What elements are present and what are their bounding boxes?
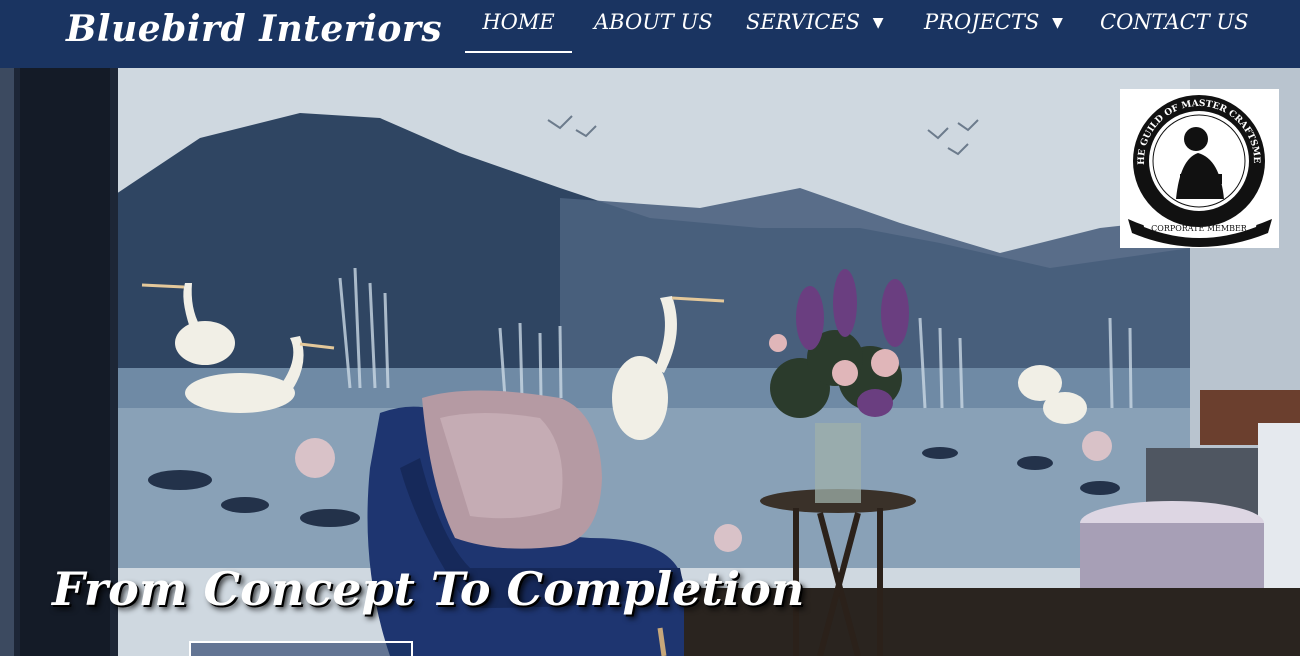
nav-item-about-us-label: ABOUT US xyxy=(594,10,713,34)
site-logo-text[interactable]: Bluebird Interiors xyxy=(66,8,442,50)
nav-item-projects-label: PROJECTS xyxy=(924,10,1040,34)
caret-down-icon: ▼ xyxy=(1052,15,1063,31)
top-navigation-bar: Bluebird Interiors HOME ABOUT US SERVICE… xyxy=(0,0,1300,68)
caret-down-icon: ▼ xyxy=(872,15,884,31)
nav-item-about-us[interactable]: ABOUT US xyxy=(594,10,713,54)
badge-ribbon-text: CORPORATE MEMBER xyxy=(1151,224,1248,233)
nav-item-services[interactable]: SERVICES ▼ xyxy=(746,10,884,54)
nav-item-home-label: HOME xyxy=(482,10,555,34)
nav-item-contact-us[interactable]: CONTACT US xyxy=(1100,10,1249,54)
hero-cta-button[interactable] xyxy=(189,641,413,656)
nav-item-services-label: SERVICES xyxy=(746,10,861,34)
guild-of-master-craftsmen-badge[interactable]: CORPORATE MEMBER THE GUILD OF MASTER CRA… xyxy=(1120,89,1279,248)
hero-banner: CORPORATE MEMBER THE GUILD OF MASTER CRA… xyxy=(0,68,1300,656)
nav-item-home[interactable]: HOME xyxy=(465,10,572,53)
nav-item-projects[interactable]: PROJECTS ▼ xyxy=(924,10,1063,54)
hero-tagline: From Concept To Completion xyxy=(52,562,805,616)
guild-logo-icon: CORPORATE MEMBER THE GUILD OF MASTER CRA… xyxy=(1120,89,1272,247)
nav-item-contact-us-label: CONTACT US xyxy=(1100,10,1249,34)
